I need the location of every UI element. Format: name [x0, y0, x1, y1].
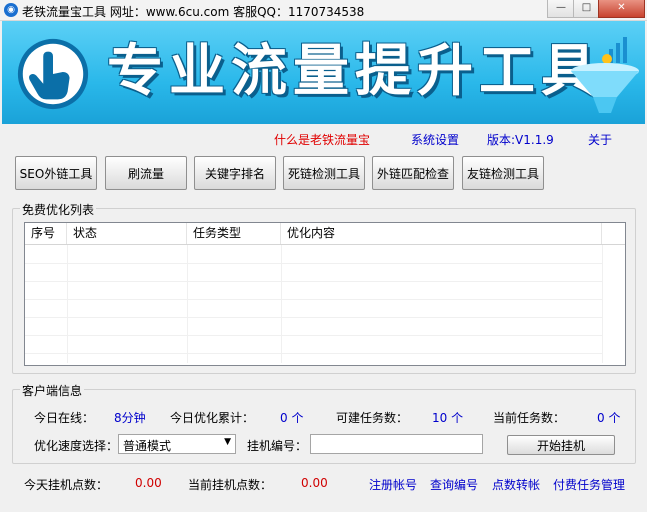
friend-link-check-button[interactable]: 友链检测工具 — [462, 156, 544, 190]
grid-line — [25, 263, 602, 264]
task-list-table[interactable]: 序号 状态 任务类型 优化内容 — [24, 222, 626, 366]
menu-what-is[interactable]: 什么是老铁流量宝 — [274, 131, 370, 148]
query-id-link[interactable]: 查询编号 — [430, 476, 478, 493]
paid-task-manage-link[interactable]: 付费任务管理 — [553, 476, 625, 493]
machine-id-input[interactable] — [310, 434, 483, 454]
column-header-index[interactable]: 序号 — [25, 223, 67, 244]
hand-pointer-icon — [17, 38, 89, 110]
today-points-value: 0.00 — [135, 476, 162, 490]
keyword-ranking-button[interactable]: 关键字排名 — [194, 156, 276, 190]
today-optimized-label: 今日优化累计： — [170, 411, 255, 425]
current-tasks-value: 0 个 — [597, 411, 621, 425]
grid-line — [25, 335, 602, 336]
task-list-header: 序号 状态 任务类型 优化内容 — [25, 223, 625, 245]
column-header-status[interactable]: 状态 — [67, 223, 187, 244]
seo-backlink-tool-button[interactable]: SEO外链工具 — [15, 156, 97, 190]
minimize-button[interactable]: — — [547, 0, 575, 18]
creatable-tasks-label: 可建任务数： — [336, 411, 409, 425]
speed-select-value: 普通模式 — [123, 439, 172, 453]
column-header-content[interactable]: 优化内容 — [281, 223, 602, 244]
menu-about[interactable]: 关于 — [588, 131, 612, 148]
today-online-label: 今日在线： — [34, 411, 95, 425]
column-header-task-type[interactable]: 任务类型 — [187, 223, 281, 244]
start-hangup-button[interactable]: 开始挂机 — [507, 435, 615, 455]
funnel-chart-icon — [571, 37, 639, 113]
points-transfer-link[interactable]: 点数转帐 — [492, 476, 540, 493]
task-list-group-title: 免费优化列表 — [20, 201, 97, 218]
current-tasks-label: 当前任务数： — [493, 411, 566, 425]
grid-line — [25, 317, 602, 318]
window-title: 老铁流量宝工具 网址：www.6cu.com 客服QQ：1170734538 — [22, 5, 365, 19]
current-points-value: 0.00 — [301, 476, 328, 490]
grid-line — [602, 245, 603, 363]
machine-id-label: 挂机编号： — [247, 439, 308, 453]
dead-link-check-button[interactable]: 死链检测工具 — [283, 156, 365, 190]
today-optimized-value: 0 个 — [280, 411, 304, 425]
grid-line — [25, 353, 602, 354]
backlink-match-check-button[interactable]: 外链匹配检查 — [372, 156, 454, 190]
menu-bar: 什么是老铁流量宝 系统设置 版本:V1.1.9 关于 — [0, 126, 647, 148]
close-button[interactable]: ✕ — [598, 0, 645, 18]
maximize-button[interactable]: □ — [573, 0, 600, 18]
today-online-value: 8分钟 — [114, 411, 146, 425]
today-points-label: 今天挂机点数： — [24, 478, 109, 492]
app-icon: ◉ — [4, 3, 18, 17]
grid-line — [25, 299, 602, 300]
creatable-tasks-value: 10 个 — [432, 411, 464, 425]
title-bar: ◉ 老铁流量宝工具 网址：www.6cu.com 客服QQ：1170734538… — [0, 0, 647, 21]
menu-settings[interactable]: 系统设置 — [411, 131, 459, 148]
banner-title: 专业流量提升工具 — [107, 39, 603, 104]
current-points-label: 当前挂机点数： — [188, 478, 273, 492]
register-account-link[interactable]: 注册帐号 — [369, 476, 417, 493]
chevron-down-icon[interactable]: ▼ — [224, 437, 231, 447]
banner: 专业流量提升工具 — [2, 21, 645, 124]
speed-select-label: 优化速度选择： — [34, 439, 119, 453]
traffic-boost-button[interactable]: 刷流量 — [105, 156, 187, 190]
menu-version[interactable]: 版本:V1.1.9 — [487, 131, 554, 148]
grid-line — [25, 281, 602, 282]
client-info-group-title: 客户端信息 — [20, 382, 85, 399]
speed-select[interactable]: 普通模式 ▼ — [118, 434, 236, 454]
